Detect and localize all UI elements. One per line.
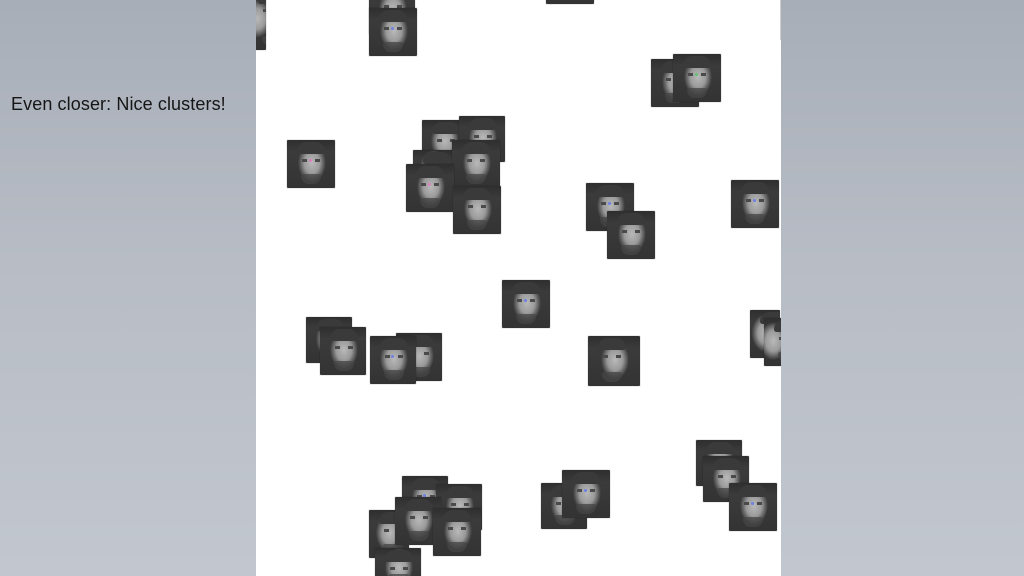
face-hair-shape (713, 458, 741, 470)
face-thumbnail-icon[interactable] (256, 0, 266, 50)
face-hair-shape (258, 0, 266, 4)
face-beard-shape (466, 174, 486, 184)
face-thumbnail-icon[interactable] (673, 54, 721, 102)
cluster-marker-dot (309, 159, 312, 162)
face-hair-shape (683, 56, 711, 68)
face-beard-shape (467, 220, 487, 230)
face-hair-shape (469, 118, 497, 130)
face-hair-shape (385, 550, 413, 562)
face-hair-shape (297, 142, 325, 154)
face-hair-shape (774, 320, 781, 332)
face-hair-shape (596, 185, 624, 197)
face-eyes-shape (335, 346, 353, 349)
face-hair-shape (330, 329, 358, 341)
slide-caption: Even closer: Nice clusters! (11, 94, 226, 114)
cluster-marker-dot (584, 489, 587, 492)
face-hair-shape (423, 152, 451, 164)
face-eyes-shape (467, 159, 485, 162)
face-beard-shape (745, 214, 765, 224)
face-thumbnail-icon[interactable] (433, 508, 481, 556)
face-eyes-shape (385, 355, 403, 358)
face-beard-shape (602, 372, 622, 382)
face-hair-shape (443, 510, 471, 522)
face-thumbnail-icon[interactable] (562, 470, 610, 518)
face-thumbnail-icon[interactable] (731, 180, 779, 228)
face-hair-shape (446, 486, 474, 498)
face-eyes-shape (448, 527, 466, 530)
face-eyes-shape (263, 9, 266, 12)
face-thumbnail-icon[interactable] (369, 8, 417, 56)
face-thumbnail-icon[interactable] (729, 483, 777, 531)
face-hair-shape (572, 472, 600, 484)
face-thumbnail-icon[interactable] (453, 186, 501, 234)
face-eyes-shape (410, 516, 428, 519)
face-beard-shape (621, 245, 641, 255)
face-hair-shape (739, 485, 767, 497)
face-thumbnail-icon[interactable] (406, 164, 454, 212)
face-eyes-shape (622, 230, 640, 233)
face-hair-shape (706, 442, 734, 454)
face-thumbnail-icon[interactable] (287, 140, 335, 188)
face-thumbnail-icon[interactable] (764, 318, 781, 366)
face-embedding-canvas[interactable] (256, 0, 781, 576)
cluster-marker-dot (428, 183, 431, 186)
face-eyes-shape (779, 337, 781, 340)
face-eyes-shape (718, 475, 736, 478)
face-eyes-shape (390, 567, 408, 570)
face-thumbnail-icon[interactable] (452, 140, 500, 188)
face-thumbnail-icon[interactable] (546, 0, 594, 4)
face-beard-shape (516, 314, 536, 324)
face-thumbnail-icon[interactable] (320, 327, 366, 375)
face-hair-shape (463, 188, 491, 200)
face-beard-shape (262, 36, 266, 46)
face-eyes-shape (451, 503, 469, 506)
face-beard-shape (743, 517, 763, 527)
cluster-marker-dot (695, 73, 698, 76)
face-hair-shape (405, 499, 433, 511)
cluster-marker-dot (753, 199, 756, 202)
face-hair-shape (379, 10, 407, 22)
face-eyes-shape (474, 135, 492, 138)
face-beard-shape (409, 531, 429, 541)
right-side-panel (781, 0, 1024, 576)
face-beard-shape (334, 361, 354, 371)
face-hair-shape (741, 182, 769, 194)
face-beard-shape (420, 198, 440, 208)
face-hair-shape (380, 338, 408, 350)
face-beard-shape (576, 504, 596, 514)
cluster-marker-dot (608, 202, 611, 205)
face-thumbnail-icon[interactable] (375, 548, 421, 576)
left-side-panel: Even closer: Nice clusters! (0, 0, 256, 576)
face-hair-shape (617, 213, 645, 225)
face-eyes-shape (603, 355, 621, 358)
face-thumbnail-icon[interactable] (588, 336, 640, 386)
face-hair-shape (432, 122, 460, 134)
face-hair-shape (512, 282, 540, 294)
face-thumbnail-icon[interactable] (607, 211, 655, 259)
face-beard-shape (687, 88, 707, 98)
cluster-marker-dot (524, 299, 527, 302)
face-beard-shape (447, 542, 467, 552)
face-hair-shape (462, 142, 490, 154)
face-beard-shape (301, 174, 321, 184)
face-beard-shape (383, 42, 403, 52)
face-beard-shape (778, 352, 781, 362)
cluster-marker-dot (391, 27, 394, 30)
face-eyes-shape (468, 205, 486, 208)
face-hair-shape (416, 166, 444, 178)
face-thumbnail-icon[interactable] (370, 336, 416, 384)
face-thumbnail-icon[interactable] (502, 280, 550, 328)
cluster-marker-dot (751, 502, 754, 505)
face-hair-shape (598, 338, 626, 350)
cluster-marker-dot (391, 355, 394, 358)
face-beard-shape (384, 370, 404, 380)
